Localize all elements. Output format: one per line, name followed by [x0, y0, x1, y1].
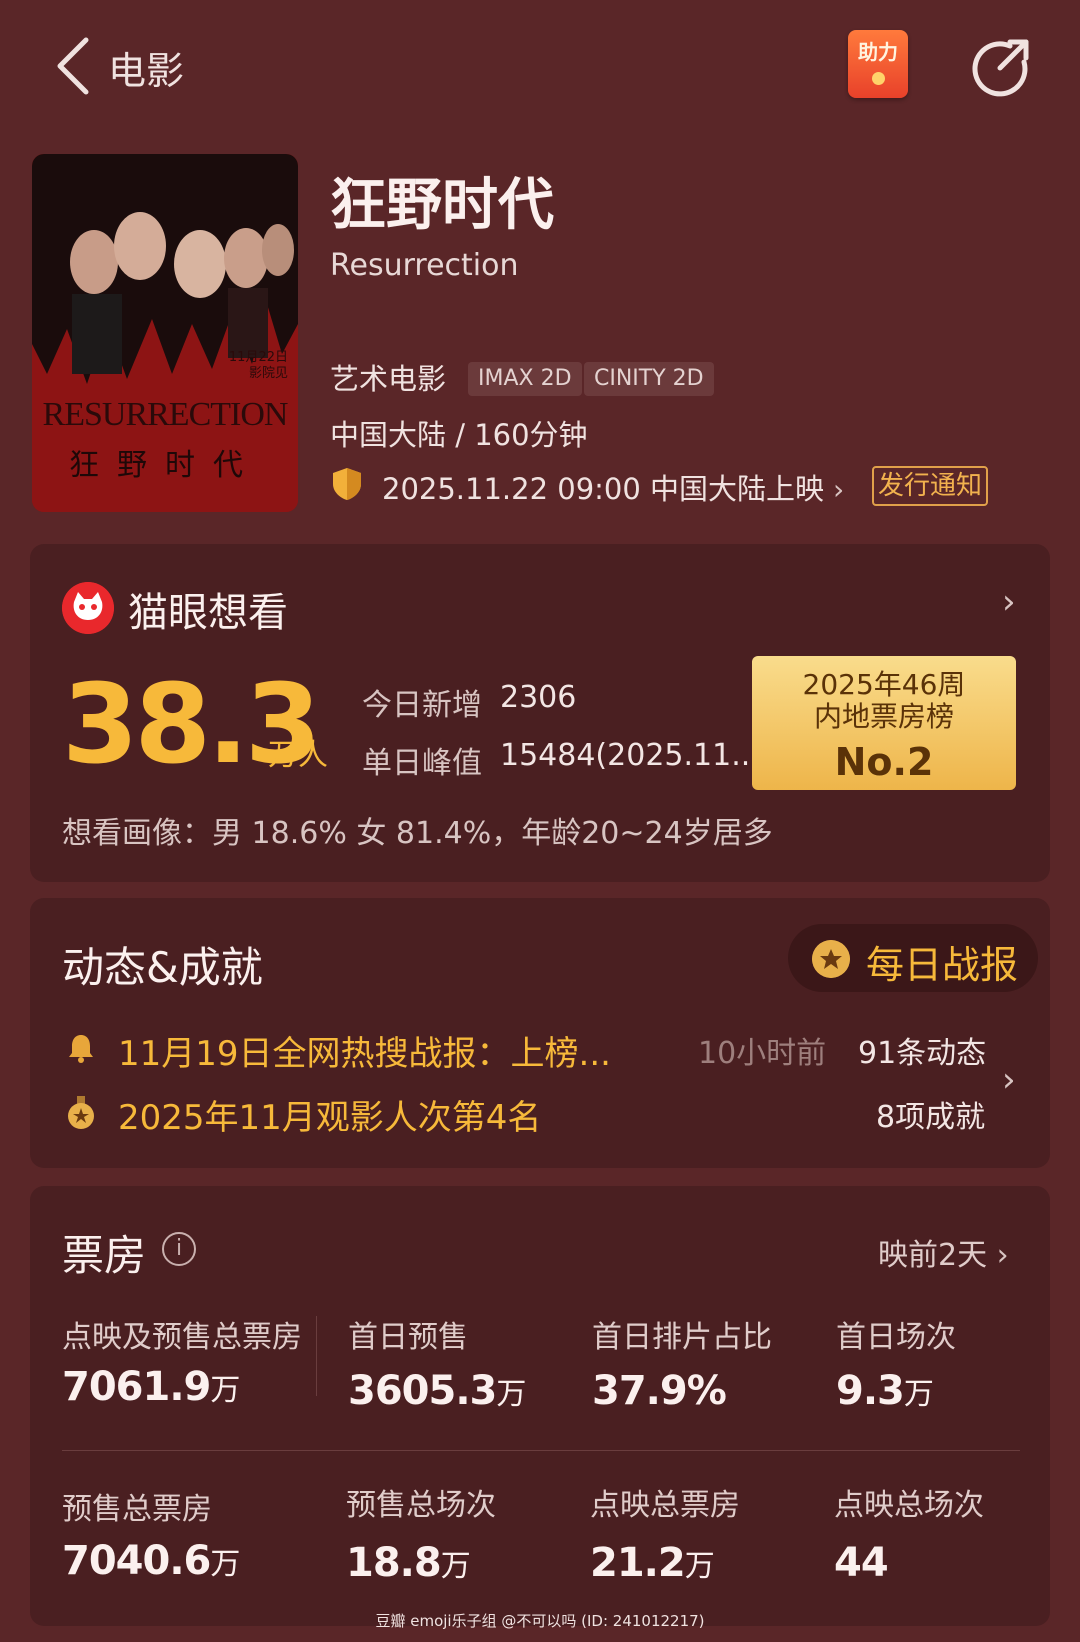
back-chevron-icon[interactable] — [52, 36, 96, 96]
today-value: 2306 — [500, 680, 577, 715]
bell-icon — [69, 1035, 93, 1063]
bo-total-number: 7061.9 — [62, 1364, 211, 1410]
bo-firstday-presale-label: 首日预售 — [348, 1320, 468, 1355]
daily-report-label: 每日战报 — [866, 943, 1019, 987]
want-unit: 万人 — [268, 738, 328, 773]
bo-preview-total-unit: 万 — [684, 1549, 715, 1584]
bo-presale-total-unit: 万 — [210, 1547, 240, 1582]
bo-firstday-presale-value: 3605.3万 — [348, 1368, 526, 1414]
want-label: 猫眼想看 — [128, 590, 288, 636]
watermark: 豆瓣 emoji乐子组 @不可以吗 (ID: 241012217) — [375, 1612, 705, 1630]
bo-schedule-ratio-label: 首日排片占比 — [592, 1320, 772, 1355]
peak-value: 15484(2025.11.... — [500, 738, 748, 773]
movie-title: 狂野时代 — [330, 173, 554, 238]
column-divider — [316, 1316, 317, 1396]
news-chevron-icon[interactable]: › — [1002, 1060, 1016, 1100]
bo-presale-shows-label: 预售总场次 — [346, 1488, 496, 1523]
bo-presale-shows-number: 18.8 — [346, 1540, 442, 1586]
release-notice-button[interactable]: 发行通知 — [872, 466, 989, 506]
news-title: 动态&成就 — [62, 943, 263, 992]
bo-firstday-shows-value: 9.3万 — [836, 1368, 934, 1414]
achievement-count: 8项成就 — [876, 1100, 986, 1135]
maoyan-cat-icon — [62, 582, 114, 634]
help-boost-button[interactable]: 助力 — [848, 30, 908, 98]
row-divider — [62, 1450, 1020, 1451]
poster-title: RESURRECTION — [42, 396, 289, 433]
feed-item-achievement[interactable]: 2025年11月观影人次第4名 — [118, 1090, 541, 1139]
pre-days-chevron-icon: › — [987, 1238, 1009, 1273]
bo-firstday-shows-unit: 万 — [903, 1377, 934, 1412]
help-coin-icon — [872, 72, 885, 85]
movie-poster[interactable]: 11月22日 影院见 RESURRECTION 狂野时代 — [32, 154, 298, 512]
bo-presale-total-number: 7040.6 — [62, 1538, 211, 1584]
bo-preview-shows-label: 点映总场次 — [834, 1488, 984, 1523]
movie-english-title: Resurrection — [330, 248, 519, 283]
format-tag-cinity: CINITY 2D — [584, 362, 714, 396]
feed-time: 10小时前 — [698, 1036, 827, 1071]
release-info[interactable]: 2025.11.22 09:00 中国大陆上映 › — [382, 466, 844, 508]
audience-portrait: 想看画像：男 18.6% 女 81.4%，年龄20~24岁居多 — [62, 816, 773, 851]
peak-label: 单日峰值 — [362, 746, 482, 781]
pre-days-text: 映前2天 — [878, 1238, 988, 1273]
bo-total-unit: 万 — [210, 1373, 240, 1408]
rank-value: No.2 — [834, 740, 934, 784]
bo-schedule-ratio-value: 37.9% — [592, 1368, 727, 1414]
bo-schedule-ratio-number: 37.9% — [592, 1368, 727, 1414]
bo-total-value: 7061.9万 — [62, 1364, 240, 1410]
bo-firstday-shows-number: 9.3 — [836, 1368, 905, 1414]
nav-title: 电影 — [108, 49, 185, 93]
rank-week: 2025年46周 — [802, 668, 966, 701]
pre-release-days[interactable]: 映前2天 › — [878, 1230, 1009, 1274]
bo-presale-shows-value: 18.8万 — [346, 1540, 471, 1586]
info-icon[interactable]: i — [162, 1232, 196, 1266]
format-tag-imax: IMAX 2D — [468, 362, 582, 396]
rank-list: 内地票房榜 — [813, 700, 954, 733]
bo-firstday-shows-label: 首日场次 — [836, 1320, 956, 1355]
bo-total-label: 点映及预售总票房 — [62, 1320, 302, 1355]
poster-date: 11月22日 影院见 — [228, 350, 288, 381]
bo-preview-total-number: 21.2 — [590, 1540, 686, 1586]
release-chevron-icon: › — [824, 473, 845, 506]
medal-star-icon — [812, 940, 850, 978]
today-label: 今日新增 — [362, 688, 482, 723]
box-office-title: 票房 — [62, 1231, 147, 1280]
news-count: 91条动态 — [858, 1036, 987, 1071]
medal-icon — [68, 1096, 94, 1129]
bo-preview-shows-number: 44 — [834, 1540, 889, 1586]
bo-preview-total-label: 点映总票房 — [590, 1488, 740, 1523]
movie-genre: 艺术电影 — [330, 362, 447, 396]
bo-firstday-presale-unit: 万 — [496, 1377, 526, 1412]
bo-preview-total-value: 21.2万 — [590, 1540, 715, 1586]
bo-preview-shows-value: 44 — [834, 1540, 889, 1586]
want-chevron-icon[interactable]: › — [1002, 582, 1016, 622]
bo-firstday-presale-number: 3605.3 — [348, 1368, 497, 1414]
bo-presale-total-value: 7040.6万 — [62, 1538, 240, 1584]
share-icon[interactable] — [970, 36, 1032, 98]
poster-cn-title: 狂野时代 — [69, 448, 261, 483]
bo-presale-total-label: 预售总票房 — [62, 1492, 212, 1527]
region-duration: 中国大陆 / 160分钟 — [330, 418, 588, 452]
shield-icon — [333, 468, 361, 500]
release-text: 2025.11.22 09:00 中国大陆上映 — [382, 472, 825, 506]
box-office-rank-badge[interactable]: 2025年46周 内地票房榜 No.2 — [752, 656, 1016, 790]
help-label: 助力 — [858, 40, 898, 64]
feed-item-hot-search[interactable]: 11月19日全网热搜战报：上榜... — [118, 1026, 678, 1075]
bo-presale-shows-unit: 万 — [440, 1549, 471, 1584]
